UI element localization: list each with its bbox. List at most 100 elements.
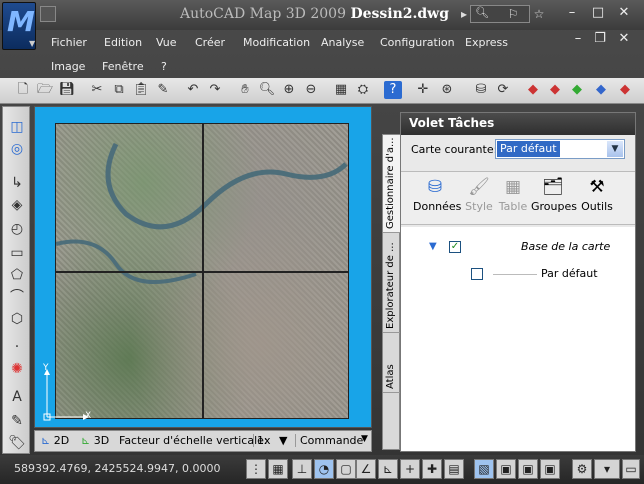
expand-triangle-icon[interactable]: ▼	[429, 241, 437, 252]
map-tool-icon[interactable]: ◫	[7, 117, 27, 137]
outils-label: Outils	[581, 200, 613, 213]
layer-remove-icon[interactable]: ◆	[546, 81, 564, 99]
maximize-button[interactable]: □	[588, 4, 608, 22]
zoom-previous-icon[interactable]: ⊖	[302, 81, 320, 99]
layer-up-icon[interactable]: ◆	[524, 81, 542, 99]
close-button[interactable]: ✕	[614, 4, 634, 22]
text-icon[interactable]: A	[7, 387, 27, 407]
lineweight-icon[interactable]: ✚	[422, 459, 442, 479]
dyn-icon[interactable]: +	[400, 459, 420, 479]
paste-icon[interactable]: 📋︎	[132, 81, 150, 99]
view-2d-tab[interactable]: ⊾ 2D	[41, 434, 69, 447]
region-icon[interactable]: ⬡	[7, 309, 27, 329]
edit-icon[interactable]: ✎	[7, 411, 27, 431]
drawing-area[interactable]: Y X	[34, 106, 372, 428]
grid-icon[interactable]: ▦	[268, 459, 288, 479]
new-file-icon[interactable]: 🗋	[14, 81, 32, 99]
groupes-button[interactable]: 🗂︎ Groupes	[531, 176, 577, 213]
menu-configuration[interactable]: Configuration	[380, 36, 455, 49]
tree-root-label[interactable]: Base de la carte	[521, 240, 610, 253]
layout1-icon[interactable]: ▣	[496, 459, 516, 479]
otrack-icon[interactable]: ∠	[356, 459, 376, 479]
minimize-button[interactable]: –	[562, 4, 582, 22]
overlay-tool-icon[interactable]: ◎	[7, 139, 27, 159]
hatch-icon[interactable]: ✺	[7, 359, 27, 379]
doc-minimize-button[interactable]: –	[568, 30, 588, 48]
child-layer-checkbox[interactable]	[471, 268, 483, 280]
2d-axis-icon: ⊾	[41, 434, 51, 447]
ducs-icon[interactable]: ⊾	[378, 459, 398, 479]
tab-gestionnaire[interactable]: Gestionnaire d'a...	[383, 135, 401, 233]
menu-image[interactable]: Image	[51, 60, 85, 73]
doc-close-button[interactable]: ✕	[614, 30, 634, 48]
tree-child-label[interactable]: Par défaut	[541, 267, 598, 280]
command-dropdown-icon[interactable]: ▼	[361, 434, 368, 444]
calculator-icon[interactable]: ▦	[332, 81, 350, 99]
polar-icon[interactable]: ◔	[314, 459, 334, 479]
status-menu-icon[interactable]: ▾	[594, 459, 620, 479]
donnees-button[interactable]: ⛁ Données	[413, 176, 461, 213]
polygon-edit-icon[interactable]: ◈	[7, 195, 27, 215]
copy-icon[interactable]: ⧉	[110, 81, 128, 99]
redo-icon[interactable]: ↷	[206, 81, 224, 99]
menu-vue[interactable]: Vue	[156, 36, 177, 49]
snap-icon[interactable]: ⋮	[246, 459, 266, 479]
add-data-icon[interactable]: ⛁	[472, 81, 490, 99]
point-icon[interactable]: ·	[7, 337, 27, 357]
menu-express[interactable]: Express	[465, 36, 508, 49]
tab-explorateur[interactable]: Explorateur de ...	[383, 233, 401, 333]
zoom-realtime-icon[interactable]: 🔍︎	[258, 81, 276, 99]
viewport-icon[interactable]: ▣	[540, 459, 560, 479]
rectangle-icon[interactable]: ▭	[7, 243, 27, 263]
menu-modification[interactable]: Modification	[243, 36, 310, 49]
properties-icon[interactable]: ⛭	[354, 81, 372, 99]
doc-restore-button[interactable]: ❐	[590, 30, 610, 48]
view-3d-tab[interactable]: ⊾ 3D	[81, 434, 109, 447]
circle-icon[interactable]: ◴	[7, 219, 27, 239]
table-button[interactable]: ▦ Table	[491, 176, 535, 213]
communication-center-icon[interactable]: ⚐	[504, 6, 522, 22]
pentagon-icon[interactable]: ⬠	[7, 265, 27, 285]
menu-fichier[interactable]: Fichier	[51, 36, 87, 49]
clean-screen-icon[interactable]: ▭	[622, 459, 640, 479]
ortho-icon[interactable]: ⊥	[292, 459, 312, 479]
arc-icon[interactable]: ⌒	[7, 287, 27, 307]
layer-other-icon[interactable]: ◆	[616, 81, 634, 99]
menu-edition[interactable]: Edition	[104, 36, 142, 49]
app-menu-button[interactable]: M ▼	[2, 2, 36, 50]
layer-down-icon[interactable]: ◆	[592, 81, 610, 99]
layer-add-icon[interactable]: ◆	[568, 81, 586, 99]
open-folder-icon[interactable]: 🗁	[36, 81, 54, 99]
polyline-icon[interactable]: ↳	[7, 173, 27, 193]
menu-creer[interactable]: Créer	[195, 36, 225, 49]
current-map-select[interactable]: Par défaut ▼	[495, 139, 625, 159]
undo-icon[interactable]: ↶	[184, 81, 202, 99]
globe-icon[interactable]: ⊛	[438, 81, 456, 99]
crosshair-icon[interactable]: ✛	[414, 81, 432, 99]
favorites-star-icon[interactable]: ☆	[530, 6, 548, 22]
refresh-icon[interactable]: ⟳	[494, 81, 512, 99]
menu-help[interactable]: ?	[161, 60, 167, 73]
chevron-down-icon[interactable]: ▼	[607, 141, 623, 157]
tab-atlas[interactable]: Atlas	[383, 333, 401, 393]
root-layer-checkbox[interactable]: ✓	[449, 241, 461, 253]
match-properties-icon[interactable]: ✎	[154, 81, 172, 99]
zoom-window-icon[interactable]: ⊕	[280, 81, 298, 99]
quick-access-toolbar[interactable]	[40, 6, 56, 22]
label-icon[interactable]: 🏷︎	[7, 433, 27, 453]
layout2-icon[interactable]: ▣	[518, 459, 538, 479]
menu-fenetre[interactable]: Fenêtre	[102, 60, 144, 73]
menu-analyse[interactable]: Analyse	[321, 36, 364, 49]
cut-icon[interactable]: ✂	[88, 81, 106, 99]
command-tab[interactable]: Commande	[295, 434, 363, 447]
model-space-icon[interactable]: ▧	[474, 459, 494, 479]
qp-icon[interactable]: ▤	[444, 459, 464, 479]
outils-button[interactable]: ⚒ Outils	[575, 176, 619, 213]
scale-value[interactable]: 1x	[253, 434, 271, 447]
help-icon[interactable]: ?	[384, 81, 402, 99]
pan-icon[interactable]: ✋︎	[236, 81, 254, 99]
annotation-icon[interactable]: ⚙	[572, 459, 592, 479]
save-icon[interactable]: 💾︎	[58, 81, 76, 99]
osnap-icon[interactable]: ▢	[336, 459, 356, 479]
scale-dropdown-icon[interactable]: ▼	[279, 434, 287, 447]
